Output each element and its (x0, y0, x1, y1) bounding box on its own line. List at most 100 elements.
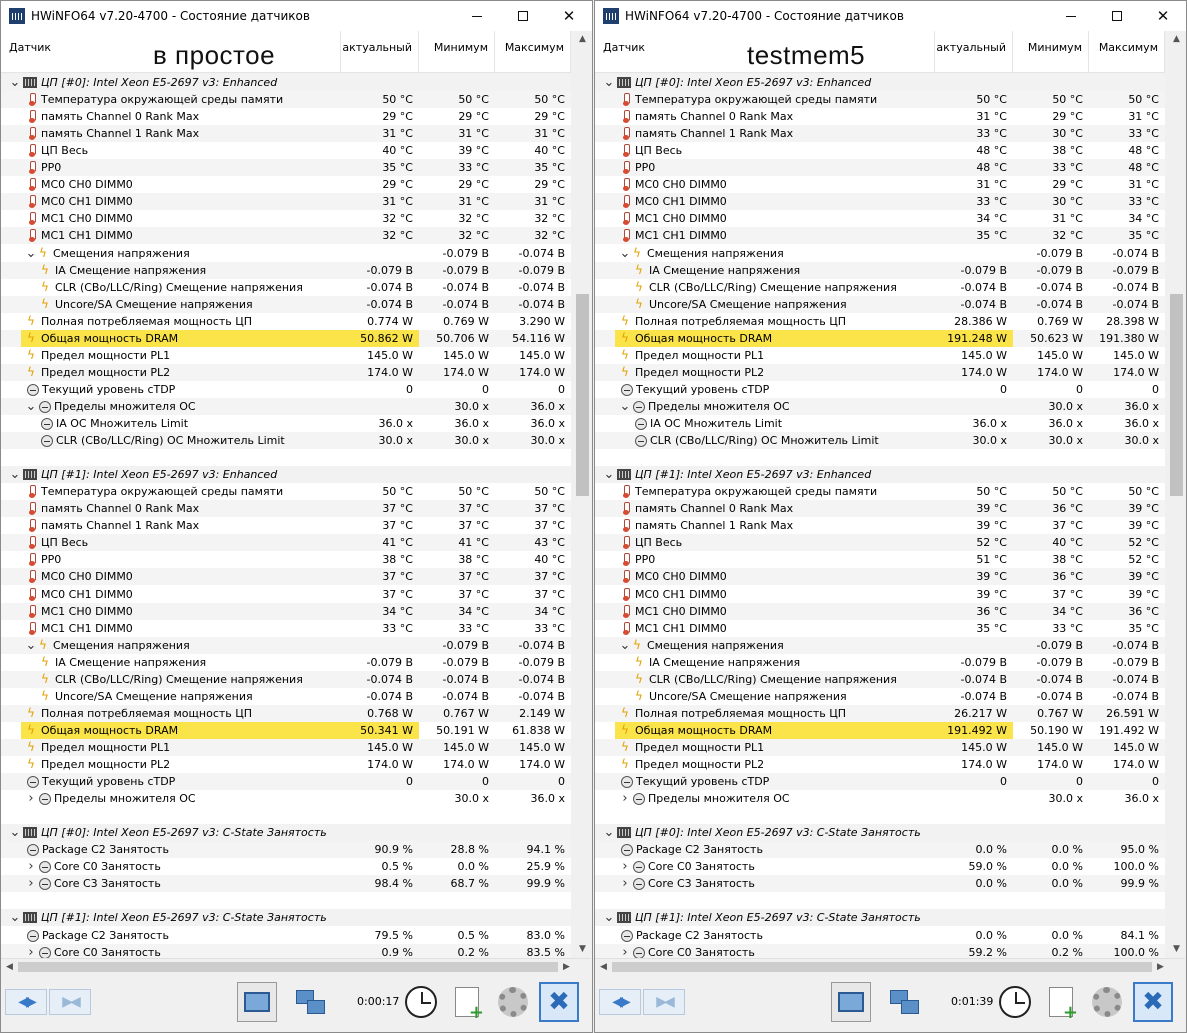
sensor-row[interactable]: ϟ Полная потребляемая мощность ЦП 0.768 W 0… (1, 705, 571, 722)
sensor-row[interactable]: память Channel 0 Rank Max 39 °C 36 °C 39 °C (595, 500, 1165, 517)
navigate-skip-button[interactable]: ▶◀ (49, 989, 91, 1015)
sensor-row[interactable]: MC1 CH1 DIMM0 32 °C 32 °C 32 °C (1, 227, 571, 244)
sensor-row[interactable]: ⌄ Пределы множителя ОС 30.0 x 36.0 x (595, 398, 1165, 415)
sensor-row[interactable]: ϟ Предел мощности PL1 145.0 W 145.0 W 145.0 … (595, 739, 1165, 756)
scroll-up-arrow-icon[interactable]: ▲ (574, 31, 591, 48)
sensor-row[interactable]: Package C2 Занятость 0.0 % 0.0 % 84.1 % (595, 927, 1165, 944)
navigate-skip-button[interactable]: ▶◀ (643, 989, 685, 1015)
close-button[interactable]: ✕ (1140, 1, 1186, 31)
sensor-row[interactable]: ϟ CLR (CBo/LLC/Ring) Смещение напряжения -… (595, 671, 1165, 688)
sensor-row[interactable]: ϟ Uncore/SA Смещение напряжения -0.074 В -0… (595, 296, 1165, 313)
sensor-row[interactable]: MC1 CH1 DIMM0 35 °C 33 °C 35 °C (595, 620, 1165, 637)
navigate-left-right-button[interactable]: ◀▶ (599, 989, 641, 1015)
scroll-right-arrow-icon[interactable]: ▶ (1152, 959, 1169, 976)
collapse-chevron-icon[interactable]: ⌄ (619, 245, 631, 262)
sensor-row[interactable]: PP0 35 °C 33 °C 35 °C (1, 159, 571, 176)
sensor-row[interactable]: ϟ IA Смещение напряжения -0.079 В -0.079 В -… (595, 262, 1165, 279)
sensor-row[interactable]: MC1 CH0 DIMM0 34 °C 34 °C 34 °C (1, 603, 571, 620)
sensor-row[interactable]: ϟ Предел мощности PL1 145.0 W 145.0 W 145.0 … (1, 739, 571, 756)
sensor-row[interactable]: память Channel 0 Rank Max 29 °C 29 °C 29 °C (1, 108, 571, 125)
sensor-row[interactable]: память Channel 1 Rank Max 31 °C 31 °C 31 °C (1, 125, 571, 142)
sensor-row[interactable]: Текущий уровень cTDP 0 0 0 (595, 773, 1165, 790)
expand-chevron-icon[interactable]: › (619, 944, 631, 958)
collapse-chevron-icon[interactable]: ⌄ (619, 398, 631, 415)
collapse-chevron-icon[interactable]: ⌄ (603, 466, 615, 483)
sensor-row[interactable]: MC1 CH1 DIMM0 35 °C 32 °C 35 °C (595, 227, 1165, 244)
network-button[interactable] (290, 982, 330, 1022)
collapse-chevron-icon[interactable]: ⌄ (9, 824, 21, 841)
sensor-group-header[interactable]: ⌄ ЦП [#0]: Intel Xeon E5-2697 v3: C-State… (595, 824, 1165, 841)
sensor-row[interactable]: MC1 CH0 DIMM0 32 °C 32 °C 32 °C (1, 210, 571, 227)
sensor-row[interactable]: PP0 38 °C 38 °C 40 °C (1, 551, 571, 568)
sensor-row[interactable]: ⌄ ϟ Смещения напряжения -0.079 В -0.074 В (1, 245, 571, 262)
sensor-row[interactable]: ϟ Uncore/SA Смещение напряжения -0.074 В -0… (1, 688, 571, 705)
sensor-group-header[interactable]: ⌄ ЦП [#0]: Intel Xeon E5-2697 v3: C-State… (1, 824, 571, 841)
sensor-row[interactable]: › Пределы множителя ОС 30.0 x 36.0 x (595, 790, 1165, 807)
column-header-min[interactable]: Минимум (419, 31, 495, 73)
sensor-row[interactable]: ⌄ ϟ Смещения напряжения -0.079 В -0.074 В (1, 637, 571, 654)
sensor-group-header[interactable]: ⌄ ЦП [#1]: Intel Xeon E5-2697 v3: Enhance… (595, 466, 1165, 483)
sensor-row[interactable]: ⌄ Пределы множителя ОС 30.0 x 36.0 x (1, 398, 571, 415)
sensor-row[interactable]: MC0 CH0 DIMM0 39 °C 36 °C 39 °C (595, 568, 1165, 585)
sensor-row[interactable]: › Core C3 Занятость 0.0 % 0.0 % 99.9 % (595, 875, 1165, 892)
collapse-chevron-icon[interactable]: ⌄ (9, 909, 21, 926)
scroll-thumb[interactable] (1170, 294, 1183, 496)
maximize-button[interactable] (1094, 1, 1140, 31)
sensor-row[interactable]: Температура окружающей среды памяти 50 °C… (1, 483, 571, 500)
system-summary-button[interactable] (237, 982, 277, 1022)
sensor-row[interactable]: MC0 CH1 DIMM0 37 °C 37 °C 37 °C (1, 586, 571, 603)
sensor-row[interactable]: ЦП Весь 52 °C 40 °C 52 °C (595, 534, 1165, 551)
scroll-up-arrow-icon[interactable]: ▲ (1168, 31, 1185, 48)
sensor-row[interactable]: Температура окружающей среды памяти 50 °C… (595, 483, 1165, 500)
expand-chevron-icon[interactable]: › (25, 944, 37, 958)
sensor-row[interactable]: Текущий уровень cTDP 0 0 0 (1, 773, 571, 790)
sensor-row[interactable]: память Channel 1 Rank Max 33 °C 30 °C 33 °C (595, 125, 1165, 142)
sensor-row[interactable]: память Channel 0 Rank Max 31 °C 29 °C 31 °C (595, 108, 1165, 125)
scroll-right-arrow-icon[interactable]: ▶ (558, 959, 575, 976)
collapse-chevron-icon[interactable]: ⌄ (603, 909, 615, 926)
scroll-down-arrow-icon[interactable]: ▼ (1168, 941, 1185, 958)
collapse-chevron-icon[interactable]: ⌄ (9, 466, 21, 483)
settings-button[interactable] (493, 982, 533, 1022)
sensor-row[interactable]: ϟ Полная потребляемая мощность ЦП 26.217 W… (595, 705, 1165, 722)
collapse-chevron-icon[interactable]: ⌄ (603, 824, 615, 841)
sensor-row[interactable]: CLR (CBo/LLC/Ring) OC Множитель Limit 30.… (1, 432, 571, 449)
collapse-chevron-icon[interactable]: ⌄ (25, 245, 37, 262)
sensor-row-highlighted[interactable]: ϟ Общая мощность DRAM 191.248 W 50.623 W 191… (595, 330, 1165, 347)
sensor-row[interactable]: MC0 CH1 DIMM0 39 °C 37 °C 39 °C (595, 586, 1165, 603)
sensor-row[interactable]: ϟ IA Смещение напряжения -0.079 В -0.079 В -… (1, 654, 571, 671)
sensor-row[interactable]: ϟ Предел мощности PL2 174.0 W 174.0 W 174.0 … (1, 364, 571, 381)
sensor-row[interactable]: PP0 48 °C 33 °C 48 °C (595, 159, 1165, 176)
sensor-row[interactable]: PP0 51 °C 38 °C 52 °C (595, 551, 1165, 568)
sensor-row[interactable]: Текущий уровень cTDP 0 0 0 (1, 381, 571, 398)
scroll-thumb[interactable] (18, 962, 558, 972)
sensor-row[interactable]: MC1 CH1 DIMM0 33 °C 33 °C 33 °C (1, 620, 571, 637)
collapse-chevron-icon[interactable]: ⌄ (25, 637, 37, 654)
sensor-group-header[interactable]: ⌄ ЦП [#1]: Intel Xeon E5-2697 v3: C-State… (1, 909, 571, 926)
minimize-button[interactable] (454, 1, 500, 31)
sensor-row[interactable]: › Core C0 Занятость 59.0 % 0.0 % 100.0 % (595, 858, 1165, 875)
collapse-chevron-icon[interactable]: ⌄ (25, 398, 37, 415)
sensor-row[interactable]: ϟ CLR (CBo/LLC/Ring) Смещение напряжения -… (1, 671, 571, 688)
sensor-row[interactable]: Текущий уровень cTDP 0 0 0 (595, 381, 1165, 398)
sensor-row[interactable]: MC0 CH0 DIMM0 31 °C 29 °C 31 °C (595, 176, 1165, 193)
sensor-row[interactable]: Температура окружающей среды памяти 50 °C… (1, 91, 571, 108)
sensor-row[interactable]: MC0 CH0 DIMM0 29 °C 29 °C 29 °C (1, 176, 571, 193)
sensor-row-highlighted[interactable]: ϟ Общая мощность DRAM 50.862 W 50.706 W 54.1… (1, 330, 571, 347)
sensor-row[interactable]: Package C2 Занятость 0.0 % 0.0 % 95.0 % (595, 841, 1165, 858)
sensor-row[interactable]: память Channel 1 Rank Max 39 °C 37 °C 39 °C (595, 517, 1165, 534)
vertical-scrollbar[interactable]: ▲ ▼ (1168, 31, 1185, 958)
sensor-group-header[interactable]: ⌄ ЦП [#0]: Intel Xeon E5-2697 v3: Enhance… (595, 74, 1165, 91)
sensor-row[interactable]: ⌄ ϟ Смещения напряжения -0.079 В -0.074 В (595, 637, 1165, 654)
sensor-row[interactable]: ϟ CLR (CBo/LLC/Ring) Смещение напряжения -… (595, 279, 1165, 296)
expand-chevron-icon[interactable]: › (25, 858, 37, 875)
sensor-row[interactable]: ϟ Полная потребляемая мощность ЦП 28.386 W… (595, 313, 1165, 330)
column-header-max[interactable]: Максимум (495, 31, 571, 73)
logging-button[interactable] (447, 982, 487, 1022)
network-button[interactable] (884, 982, 924, 1022)
sensor-row[interactable]: › Core C0 Занятость 0.9 % 0.2 % 83.5 % (1, 944, 571, 958)
sensor-row[interactable]: ϟ Предел мощности PL2 174.0 W 174.0 W 174.0 … (595, 756, 1165, 773)
sensor-row[interactable]: MC0 CH1 DIMM0 31 °C 31 °C 31 °C (1, 193, 571, 210)
minimize-button[interactable] (1048, 1, 1094, 31)
expand-chevron-icon[interactable]: › (619, 858, 631, 875)
